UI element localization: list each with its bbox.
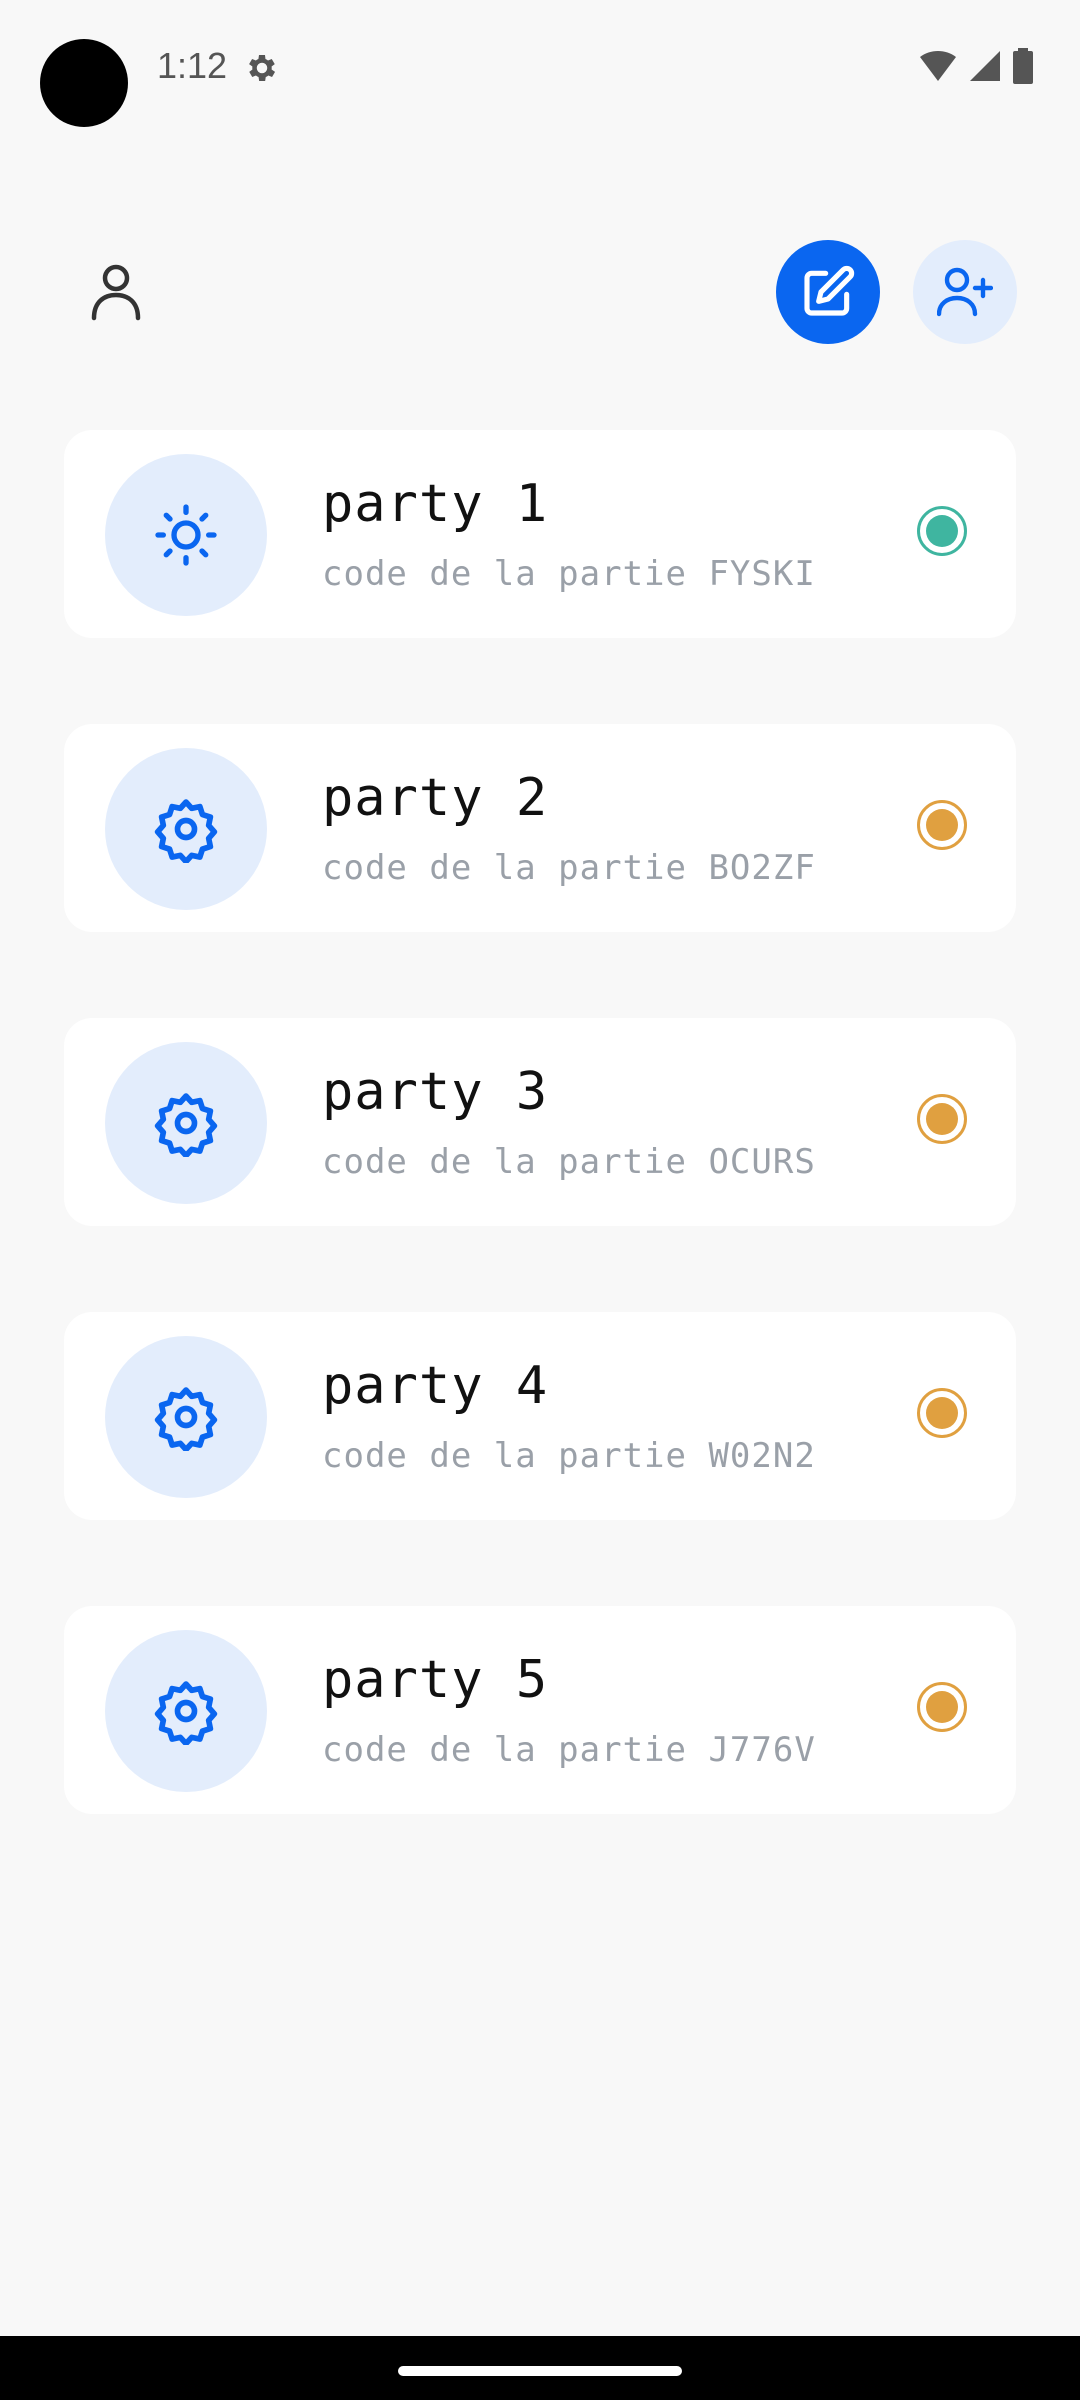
status-indicator — [917, 506, 967, 556]
gear-icon — [154, 799, 218, 863]
party-card[interactable]: party 1 code de la partie FYSKI — [64, 430, 1016, 638]
status-icons — [918, 48, 1034, 84]
edit-icon — [804, 265, 855, 316]
add-user-button[interactable] — [913, 240, 1017, 344]
gear-icon — [154, 1093, 218, 1157]
party-list: party 1 code de la partie FYSKI party 2 … — [64, 430, 1016, 1900]
sun-icon — [155, 504, 217, 566]
party-icon-badge — [105, 1336, 267, 1498]
party-card[interactable]: party 5 code de la partie J776V — [64, 1606, 1016, 1814]
party-code: code de la partie OCURS — [322, 1142, 816, 1182]
status-indicator — [917, 1094, 967, 1144]
party-code: code de la partie BO2ZF — [322, 848, 816, 888]
party-code: code de la partie W02N2 — [322, 1436, 816, 1476]
party-card[interactable]: party 2 code de la partie BO2ZF — [64, 724, 1016, 932]
status-indicator — [917, 1682, 967, 1732]
party-code: code de la partie FYSKI — [322, 554, 816, 594]
party-icon-badge — [105, 454, 267, 616]
status-bar: 1:12 — [0, 0, 1080, 136]
wifi-icon — [920, 51, 956, 81]
party-name: party 5 — [322, 1650, 549, 1710]
party-icon-badge — [105, 1630, 267, 1792]
party-icon-badge — [105, 748, 267, 910]
party-code: code de la partie J776V — [322, 1730, 816, 1770]
add-user-icon — [937, 267, 993, 317]
status-indicator — [917, 1388, 967, 1438]
party-name: party 1 — [322, 474, 549, 534]
profile-button[interactable] — [64, 240, 168, 344]
party-card[interactable]: party 4 code de la partie W02N2 — [64, 1312, 1016, 1520]
party-name: party 4 — [322, 1356, 549, 1416]
home-handle[interactable] — [398, 2366, 682, 2376]
person-icon — [91, 264, 141, 321]
screen: 1:12 party 1 code de la partie FYSKI par… — [0, 0, 1080, 2400]
camera-cutout — [40, 39, 128, 127]
settings-icon — [249, 54, 276, 82]
gear-icon — [154, 1387, 218, 1451]
edit-button[interactable] — [776, 240, 880, 344]
top-toolbar — [0, 240, 1080, 344]
battery-icon — [1013, 48, 1033, 84]
party-name: party 2 — [322, 768, 549, 828]
status-indicator — [917, 800, 967, 850]
party-icon-badge — [105, 1042, 267, 1204]
gear-icon — [154, 1681, 218, 1745]
status-time: 1:12 — [157, 45, 228, 86]
party-card[interactable]: party 3 code de la partie OCURS — [64, 1018, 1016, 1226]
system-nav-bar — [0, 2336, 1080, 2400]
signal-icon — [970, 51, 1000, 81]
party-name: party 3 — [322, 1062, 549, 1122]
